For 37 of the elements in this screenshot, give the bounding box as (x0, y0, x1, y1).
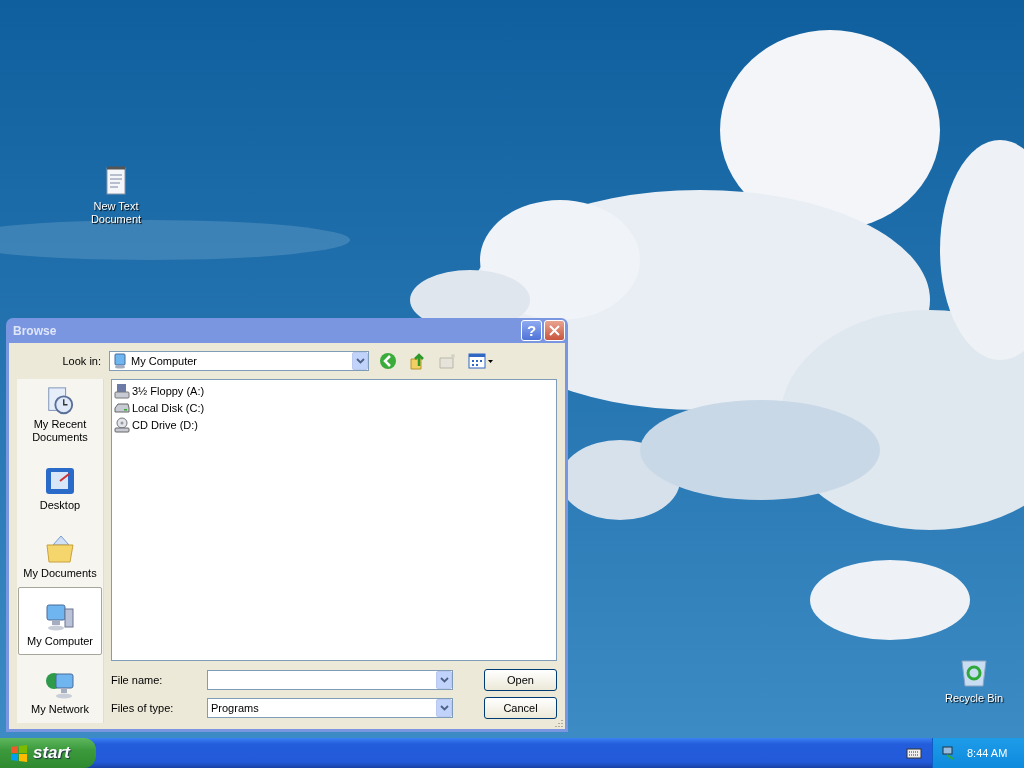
windows-flag-icon (10, 744, 28, 762)
close-button[interactable] (544, 320, 565, 341)
places-item[interactable]: My Network (18, 655, 102, 723)
keyboard-icon[interactable] (906, 747, 922, 759)
look-in-label: Look in: (61, 355, 101, 367)
window-title: Browse (13, 323, 58, 338)
back-button[interactable] (377, 350, 399, 372)
computer-icon (113, 353, 127, 369)
view-menu-button[interactable] (467, 350, 495, 372)
floppy-drive-icon (114, 382, 130, 399)
file-item[interactable]: Local Disk (C:) (132, 401, 205, 414)
cd-drive-icon (114, 416, 130, 433)
caret-icon (355, 358, 365, 364)
cancel-button[interactable]: Cancel (484, 697, 557, 719)
places-item[interactable]: My Documents (18, 519, 102, 587)
file-type-dropdown[interactable]: Programs (207, 698, 453, 718)
notepad-icon (104, 166, 128, 196)
folder-icon (44, 533, 76, 565)
desktop-icon-label[interactable]: New Text Document (78, 200, 154, 226)
places-item[interactable]: Desktop (18, 451, 102, 519)
file-name-field[interactable] (207, 670, 453, 690)
desktop-icon-label[interactable]: Recycle Bin (944, 692, 1004, 705)
desktop-icon (44, 465, 76, 497)
open-button[interactable]: Open (484, 669, 557, 691)
file-type-label: Files of type: (111, 702, 175, 714)
places-item[interactable]: My Computer (18, 587, 102, 655)
look-in-dropdown[interactable]: My Computer (109, 351, 369, 371)
computer-icon (44, 601, 76, 633)
resize-grip-icon[interactable] (554, 718, 564, 728)
file-item[interactable]: CD Drive (D:) (132, 418, 198, 431)
places-item[interactable]: My Recent Documents (18, 383, 102, 451)
close-icon (549, 325, 560, 336)
file-name-label: File name: (111, 674, 164, 686)
caret-icon (439, 705, 449, 711)
caret-icon (439, 677, 449, 683)
start-button[interactable]: start (0, 738, 96, 768)
file-item[interactable]: 3½ Floppy (A:) (132, 384, 205, 397)
